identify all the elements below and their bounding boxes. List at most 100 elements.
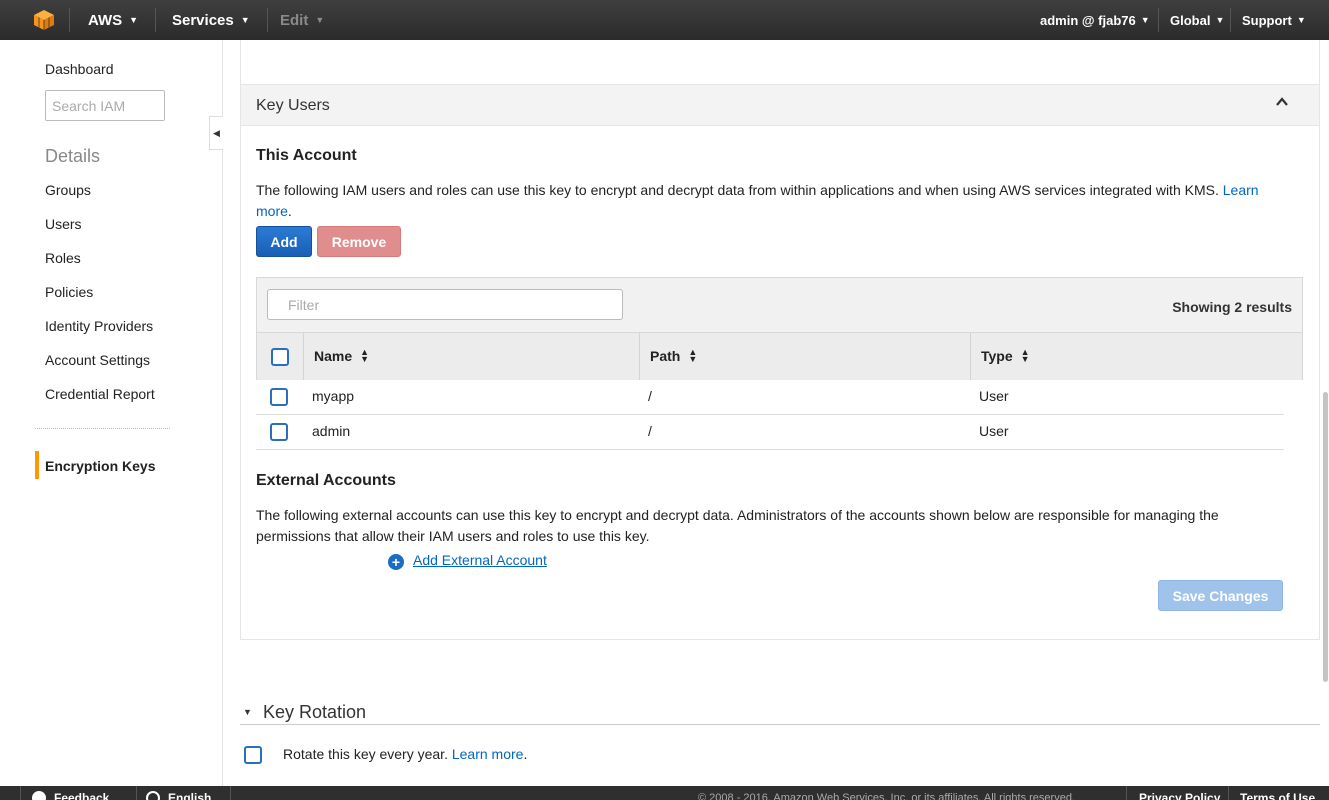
terms-of-use-link[interactable]: Terms of Use (1240, 791, 1315, 800)
copyright-text: © 2008 - 2016, Amazon Web Services, Inc.… (698, 792, 1075, 800)
key-users-header[interactable]: Key Users (241, 84, 1319, 126)
privacy-policy-link[interactable]: Privacy Policy (1139, 791, 1220, 800)
column-header-type[interactable]: Type ▲ ▼ (981, 333, 1030, 380)
period-text: . (287, 203, 292, 219)
row-divider (256, 414, 1284, 415)
table-header: Name ▲ ▼ Path ▲ ▼ Type ▲ ▼ (257, 332, 1302, 380)
sidebar: Dashboard Details Groups Users Roles Pol… (0, 40, 223, 786)
nav-divider (155, 8, 156, 32)
feedback-link[interactable]: Feedback (32, 791, 109, 800)
remove-button[interactable]: Remove (317, 226, 401, 257)
support-menu[interactable]: Support ▼ (1242, 0, 1306, 40)
sidebar-item-groups[interactable]: Groups (45, 182, 91, 198)
sort-icon: ▲ ▼ (688, 347, 698, 364)
scrollbar[interactable] (1322, 40, 1329, 786)
active-indicator (35, 451, 39, 479)
this-account-heading: This Account (256, 147, 357, 164)
chevron-down-icon[interactable]: ▼ (243, 707, 252, 717)
column-header-name[interactable]: Name ▲ ▼ (314, 333, 369, 380)
sidebar-details-heading: Details (45, 146, 101, 166)
aws-menu-label: AWS (88, 12, 123, 29)
edit-menu-label: Edit (280, 12, 309, 29)
this-account-description: The following IAM users and roles can us… (256, 180, 1286, 222)
row-name: admin (312, 423, 351, 439)
column-header-path-label: Path (650, 348, 681, 364)
plus-circle-icon: + (388, 554, 404, 570)
row-checkbox[interactable] (270, 423, 288, 441)
footer-divider (136, 786, 137, 800)
sidebar-item-roles[interactable]: Roles (45, 250, 81, 266)
services-menu[interactable]: Services ▼ (172, 0, 250, 40)
footer-divider (1126, 786, 1127, 800)
rotate-key-label: Rotate this key every year. Learn more. (283, 746, 527, 762)
sort-icon: ▲ ▼ (360, 347, 370, 364)
sidebar-item-policies[interactable]: Policies (45, 284, 93, 300)
chevron-down-icon: ▼ (1215, 15, 1225, 25)
chevron-down-icon: ▼ (1296, 15, 1306, 25)
language-label: English (168, 791, 212, 800)
footer-divider (230, 786, 231, 800)
globe-icon (146, 791, 160, 800)
search-iam-input[interactable] (45, 90, 165, 121)
chevron-down-icon: ▼ (240, 15, 250, 25)
select-all-checkbox[interactable] (271, 348, 289, 366)
row-path: / (648, 423, 652, 439)
row-type: User (979, 388, 1009, 404)
column-divider (303, 333, 304, 380)
sidebar-item-credential-report[interactable]: Credential Report (45, 386, 155, 402)
support-menu-label: Support (1242, 13, 1292, 28)
column-divider (970, 333, 971, 380)
column-header-type-label: Type (981, 348, 1013, 364)
aws-menu[interactable]: AWS ▼ (88, 0, 138, 40)
collapse-sidebar-icon[interactable]: ◀ (209, 116, 223, 150)
account-menu-label: admin @ fjab76 (1040, 13, 1136, 28)
sidebar-item-account-settings[interactable]: Account Settings (45, 352, 150, 368)
aws-cube-icon[interactable] (33, 9, 55, 31)
footer-divider (1228, 786, 1229, 800)
nav-divider (69, 8, 70, 32)
add-external-account-link[interactable]: + Add External Account (388, 552, 547, 570)
sidebar-item-identity-providers[interactable]: Identity Providers (45, 318, 153, 334)
chevron-up-icon[interactable] (1275, 95, 1289, 109)
add-external-account-label: Add External Account (413, 552, 547, 568)
external-accounts-description: The following external accounts can use … (256, 507, 1219, 544)
account-menu[interactable]: admin @ fjab76 ▼ (1040, 0, 1150, 40)
chevron-down-icon: ▼ (129, 15, 139, 25)
key-rotation-divider (240, 724, 1320, 725)
this-account-description-text: The following IAM users and roles can us… (256, 182, 1219, 198)
add-button[interactable]: Add (256, 226, 312, 257)
row-checkbox[interactable] (270, 388, 288, 406)
sidebar-item-encryption-keys[interactable]: Encryption Keys (45, 458, 155, 474)
feedback-label: Feedback (54, 791, 110, 800)
rotate-key-label-text: Rotate this key every year. (283, 746, 448, 762)
chevron-down-icon: ▼ (315, 15, 325, 25)
sidebar-divider (35, 428, 170, 429)
key-users-title: Key Users (256, 97, 330, 114)
edit-menu[interactable]: Edit ▼ (280, 0, 324, 40)
rotate-key-checkbox[interactable] (244, 746, 262, 764)
sidebar-item-dashboard[interactable]: Dashboard (45, 61, 114, 77)
sort-icon: ▲ ▼ (1020, 347, 1030, 364)
sidebar-item-users[interactable]: Users (45, 216, 82, 232)
results-count: Showing 2 results (1172, 299, 1292, 315)
footer: Feedback English © 2008 - 2016, Amazon W… (0, 786, 1329, 800)
column-divider (639, 333, 640, 380)
services-menu-label: Services (172, 12, 234, 29)
key-users-table: Showing 2 results Name ▲▼ Path ▲▼ Type ▲▼ (256, 277, 1303, 380)
key-rotation-title[interactable]: Key Rotation (263, 702, 366, 723)
region-menu[interactable]: Global ▼ (1170, 0, 1224, 40)
column-header-name-label: Name (314, 348, 353, 364)
nav-divider (267, 8, 268, 32)
column-header-path[interactable]: Path ▲ ▼ (650, 333, 697, 380)
period-text: . (523, 746, 528, 762)
save-changes-button[interactable]: Save Changes (1158, 580, 1283, 611)
speech-bubble-icon (32, 791, 46, 800)
language-selector[interactable]: English (146, 791, 211, 800)
scrollbar-thumb[interactable] (1323, 392, 1328, 682)
top-nav-bar: AWS ▼ Services ▼ Edit ▼ admin @ fjab76 ▼ Glo… (0, 0, 1329, 40)
footer-divider (20, 786, 21, 800)
row-type: User (979, 423, 1009, 439)
filter-input[interactable] (267, 289, 623, 320)
nav-divider (1230, 8, 1231, 32)
key-rotation-learn-more-link[interactable]: Learn more (452, 746, 524, 762)
